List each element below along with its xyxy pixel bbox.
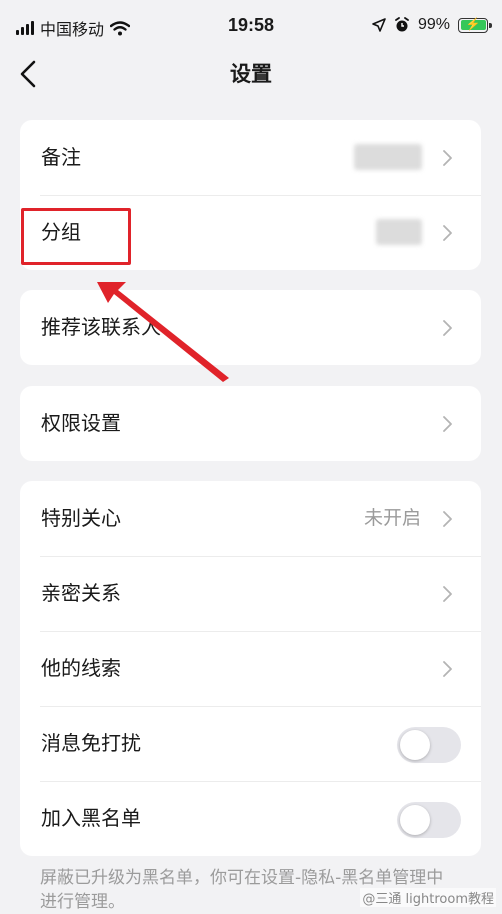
battery-percent: 99% — [417, 16, 450, 33]
row-permission-settings[interactable]: 权限设置 — [20, 386, 481, 461]
settings-card-relationship: 特别关心 未开启 亲密关系 他的线索 消息免打扰 加入黑名单 — [20, 481, 481, 856]
row-clues[interactable]: 他的线索 — [20, 631, 481, 706]
blurred-value — [376, 219, 422, 245]
blacklist-toggle[interactable] — [397, 802, 461, 838]
row-label: 权限设置 — [41, 411, 121, 435]
row-label: 加入黑名单 — [41, 806, 141, 830]
row-label: 推荐该联系人 — [41, 315, 161, 339]
blurred-value — [354, 144, 422, 170]
watermark: @三通 lightroom教程 — [360, 888, 496, 907]
chevron-right-icon — [443, 416, 452, 432]
toggle-knob — [400, 805, 430, 835]
chevron-right-icon — [443, 150, 452, 166]
status-right: 99% ⚡ — [372, 16, 492, 34]
row-label: 亲密关系 — [41, 581, 121, 605]
settings-card-permissions: 权限设置 — [20, 386, 481, 461]
chevron-right-icon — [443, 586, 452, 602]
battery-icon: ⚡ — [458, 17, 492, 33]
alarm-icon — [395, 17, 409, 32]
row-intimate-relationship[interactable]: 亲密关系 — [20, 556, 481, 631]
page-title: 设置 — [230, 62, 272, 86]
location-arrow-icon — [372, 18, 386, 32]
row-special-care[interactable]: 特别关心 未开启 — [20, 481, 481, 556]
chevron-right-icon — [443, 225, 452, 241]
status-bar: 中国移动 19:58 99% ⚡ — [0, 0, 502, 52]
row-label: 备注 — [41, 145, 81, 169]
row-recommend-contact[interactable]: 推荐该联系人 — [20, 290, 481, 365]
chevron-right-icon — [443, 320, 452, 336]
row-label: 特别关心 — [41, 506, 121, 530]
chevron-right-icon — [443, 661, 452, 677]
row-label: 消息免打扰 — [41, 731, 141, 755]
row-value: 未开启 — [363, 507, 421, 529]
toggle-knob — [400, 730, 430, 760]
row-blacklist: 加入黑名单 — [20, 781, 481, 856]
annotation-highlight-box — [21, 208, 131, 265]
row-do-not-disturb: 消息免打扰 — [20, 706, 481, 781]
navigation-bar: 设置 — [0, 52, 502, 96]
settings-card-recommend: 推荐该联系人 — [20, 290, 481, 365]
chevron-right-icon — [443, 511, 452, 527]
do-not-disturb-toggle[interactable] — [397, 727, 461, 763]
row-remark[interactable]: 备注 — [20, 120, 481, 195]
row-label: 他的线索 — [41, 656, 121, 680]
